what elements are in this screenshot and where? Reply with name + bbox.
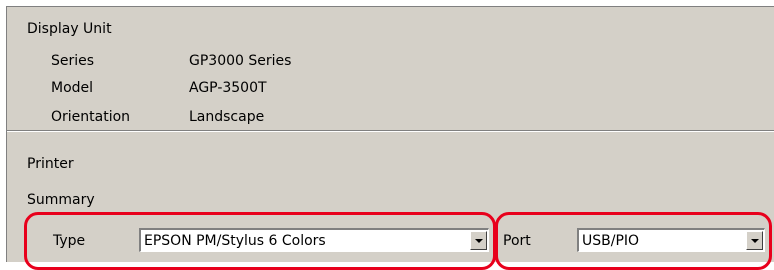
summary-label: Summary — [27, 192, 95, 208]
type-dropdown-button[interactable] — [470, 231, 487, 250]
port-select-value: USB/PIO — [582, 233, 640, 249]
section-divider — [7, 130, 774, 132]
port-label: Port — [503, 233, 531, 249]
settings-panel: Display Unit Series GP3000 Series Model … — [6, 6, 774, 262]
series-label: Series — [51, 53, 95, 69]
port-dropdown-button[interactable] — [746, 231, 763, 250]
type-label: Type — [53, 233, 86, 249]
type-select-value: EPSON PM/Stylus 6 Colors — [144, 233, 326, 249]
model-value: AGP-3500T — [189, 80, 267, 96]
chevron-down-icon — [475, 239, 483, 243]
port-select[interactable]: USB/PIO — [577, 228, 765, 252]
orientation-value: Landscape — [189, 109, 265, 125]
series-value: GP3000 Series — [189, 53, 292, 69]
printer-heading: Printer — [27, 156, 74, 172]
orientation-label: Orientation — [51, 109, 131, 125]
chevron-down-icon — [751, 239, 759, 243]
display-unit-heading: Display Unit — [27, 21, 112, 37]
type-select[interactable]: EPSON PM/Stylus 6 Colors — [139, 228, 489, 252]
model-label: Model — [51, 80, 94, 96]
